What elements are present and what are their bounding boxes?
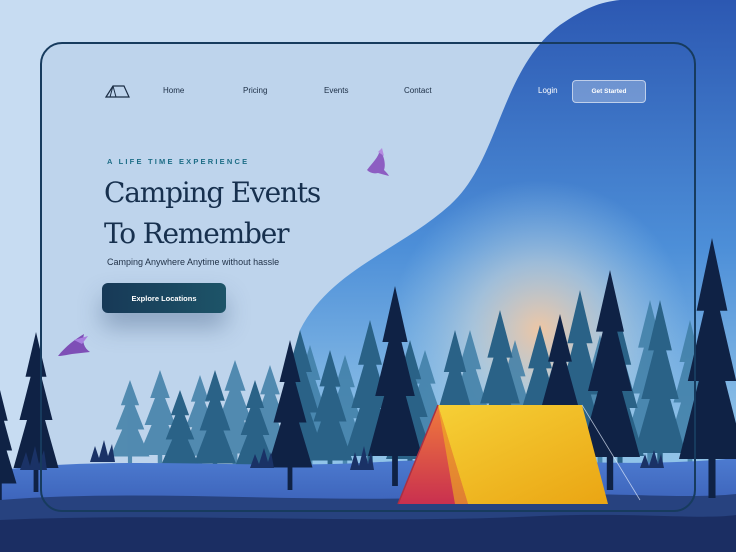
- nav-link-home[interactable]: Home: [163, 86, 184, 95]
- hero-subtitle: Camping Anywhere Anytime without hassle: [107, 257, 280, 267]
- get-started-button[interactable]: Get Started: [572, 80, 646, 103]
- hero-title: Camping Events To Remember: [104, 172, 364, 254]
- hero-eyebrow: A LIFE TIME EXPERIENCE: [107, 157, 250, 166]
- nav-link-events[interactable]: Events: [324, 86, 348, 95]
- nav-link-pricing[interactable]: Pricing: [243, 86, 267, 95]
- nav-link-contact[interactable]: Contact: [404, 86, 432, 95]
- hero-title-line-1: Camping Events: [104, 176, 321, 209]
- explore-locations-button[interactable]: Explore Locations: [102, 283, 226, 313]
- pine-tree-icon: [0, 390, 17, 500]
- hero-title-line-2: To Remember: [104, 217, 289, 250]
- tent-logo-icon[interactable]: [104, 84, 130, 98]
- login-link[interactable]: Login: [538, 86, 558, 95]
